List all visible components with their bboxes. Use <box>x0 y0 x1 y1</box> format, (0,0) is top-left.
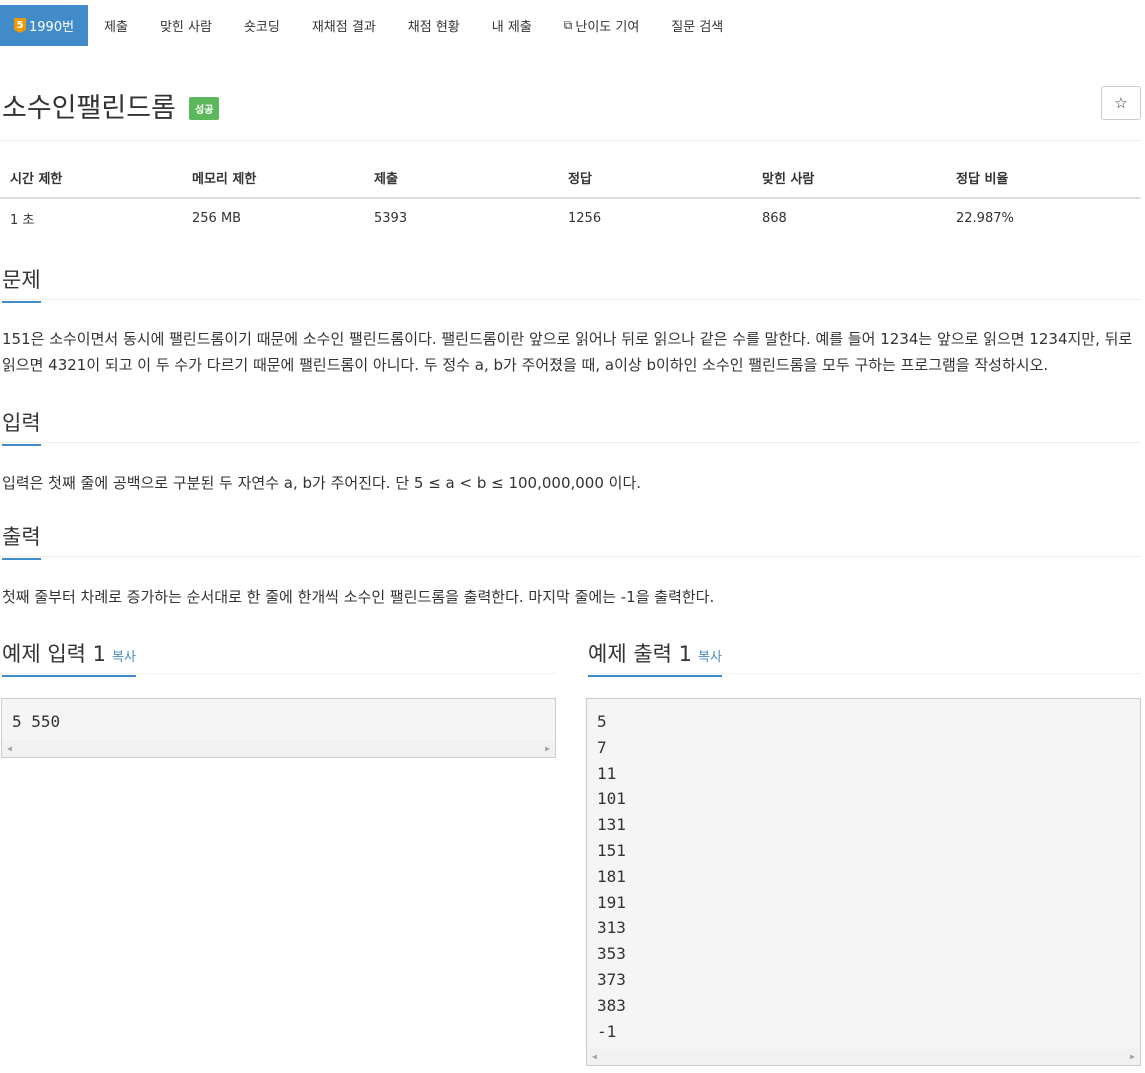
horizontal-scrollbar[interactable]: ◀ ▶ <box>587 1049 1140 1065</box>
sample-output-box[interactable]: 5 7 11 101 131 151 181 191 313 353 373 383 -1 ◀ ▶ <box>586 698 1141 1066</box>
table-row: 1 초 256 MB 5393 1256 868 22.987% <box>0 198 1141 238</box>
input-description: 입력은 첫째 줄에 공백으로 구분된 두 자연수 a, b가 주어진다. 단 5… <box>2 474 642 492</box>
header-memory-limit: 메모리 제한 <box>182 158 364 199</box>
sample-line: 191 <box>597 892 626 912</box>
table-header-row: 시간 제한 메모리 제한 제출 정답 맞힌 사람 정답 비율 <box>0 158 1141 199</box>
sample-line: 383 <box>597 995 626 1015</box>
sample-line: 181 <box>597 866 626 886</box>
sample-input-lines: 5 550 <box>2 699 555 735</box>
value-time-limit: 1 초 <box>10 213 35 228</box>
nav-tab-submit[interactable]: 제출 <box>88 5 144 46</box>
star-icon: ☆ <box>1114 95 1128 112</box>
horizontal-scrollbar[interactable]: ◀ ▶ <box>2 741 555 757</box>
section-problem-header: 문제 <box>0 264 1141 303</box>
value-submissions: 5393 <box>374 211 408 226</box>
section-output-header: 출력 <box>0 521 1141 560</box>
section-output-title: 출력 <box>2 521 41 560</box>
header-submissions: 제출 <box>364 158 558 199</box>
sample-line: 5 <box>597 712 607 731</box>
copy-output-button[interactable]: 복사 <box>698 650 722 665</box>
nav-tab-problem[interactable]: 5 1990번 <box>0 5 89 46</box>
section-problem-title: 문제 <box>2 264 41 303</box>
sample-input-header: 예제 입력 1 복사 <box>0 638 556 677</box>
sample-output-lines: 5 7 11 101 131 151 181 191 313 353 373 383 -1 <box>587 699 1140 1044</box>
sample-line: 7 <box>597 737 607 757</box>
sample-output-title: 예제 출력 1 복사 <box>588 638 722 677</box>
nav-tab-my-submissions[interactable]: 내 제출 <box>476 5 548 46</box>
header-solvers: 맞힌 사람 <box>752 158 946 199</box>
sample-line: 151 <box>597 840 626 860</box>
external-link-icon: ⧉ <box>563 18 573 32</box>
value-solvers: 868 <box>762 211 787 226</box>
scroll-right-icon[interactable]: ▶ <box>1130 1052 1135 1061</box>
title-row: 소수인팰린드롬 성공 ☆ <box>0 86 1141 126</box>
problem-info-table: 시간 제한 메모리 제한 제출 정답 맞힌 사람 정답 비율 1 초 256 M… <box>0 158 1141 238</box>
divider <box>0 140 1141 141</box>
header-accepted: 정답 <box>558 158 752 199</box>
copy-input-button[interactable]: 복사 <box>112 650 136 665</box>
sample-line: -1 <box>597 1021 617 1041</box>
sample-output-title-text: 예제 출력 1 <box>588 642 692 666</box>
scroll-left-icon[interactable]: ◀ <box>7 744 12 753</box>
sample-line: 5 550 <box>12 712 61 731</box>
output-description: 첫째 줄부터 차례로 증가하는 순서대로 한 줄에 한개씩 소수인 팰린드롬을 … <box>2 588 715 606</box>
sample-input-box[interactable]: 5 550 ◀ ▶ <box>1 698 556 758</box>
favorite-button[interactable]: ☆ <box>1101 86 1141 120</box>
header-time-limit: 시간 제한 <box>0 158 182 199</box>
sample-line: 373 <box>597 969 626 989</box>
tier-icon: 5 <box>14 18 26 33</box>
sample-line: 131 <box>597 815 626 835</box>
sample-line: 101 <box>597 789 626 809</box>
value-accepted: 1256 <box>568 211 602 226</box>
value-memory-limit: 256 MB <box>192 211 242 226</box>
nav-tab-solvers[interactable]: 맞힌 사람 <box>144 5 228 46</box>
sample-input-title-text: 예제 입력 1 <box>2 642 106 666</box>
status-badge: 성공 <box>189 97 220 120</box>
nav-tab-questions[interactable]: 질문 검색 <box>655 5 739 46</box>
header-ratio: 정답 비율 <box>946 158 1141 199</box>
nav-tab-short-coding[interactable]: 숏코딩 <box>228 5 296 46</box>
scroll-left-icon[interactable]: ◀ <box>592 1052 597 1061</box>
nav-tab-rejudge[interactable]: 재채점 결과 <box>296 5 392 46</box>
value-ratio: 22.987% <box>956 211 1014 226</box>
sample-input-title: 예제 입력 1 복사 <box>2 638 136 677</box>
nav-tab-status[interactable]: 채점 현황 <box>392 5 476 46</box>
sample-line: 313 <box>597 918 626 938</box>
nav-tab-label: 난이도 기여 <box>575 20 640 35</box>
nav-tab-difficulty[interactable]: ⧉ 난이도 기여 <box>548 5 656 46</box>
sample-line: 11 <box>597 763 617 783</box>
problem-nav: 5 1990번 제출 맞힌 사람 숏코딩 재채점 결과 채점 현황 내 제출 ⧉… <box>0 5 739 47</box>
problem-description: 151은 소수이면서 동시에 팰린드롬이기 때문에 소수인 팰린드롬이다. 팰린… <box>2 330 1133 374</box>
problem-title: 소수인팰린드롬 <box>2 93 176 124</box>
section-input-header: 입력 <box>0 407 1141 446</box>
sample-output-header: 예제 출력 1 복사 <box>586 638 1141 677</box>
sample-line: 353 <box>597 944 626 964</box>
scroll-right-icon[interactable]: ▶ <box>545 744 550 753</box>
section-input-title: 입력 <box>2 407 41 446</box>
nav-tab-label: 1990번 <box>29 20 75 35</box>
